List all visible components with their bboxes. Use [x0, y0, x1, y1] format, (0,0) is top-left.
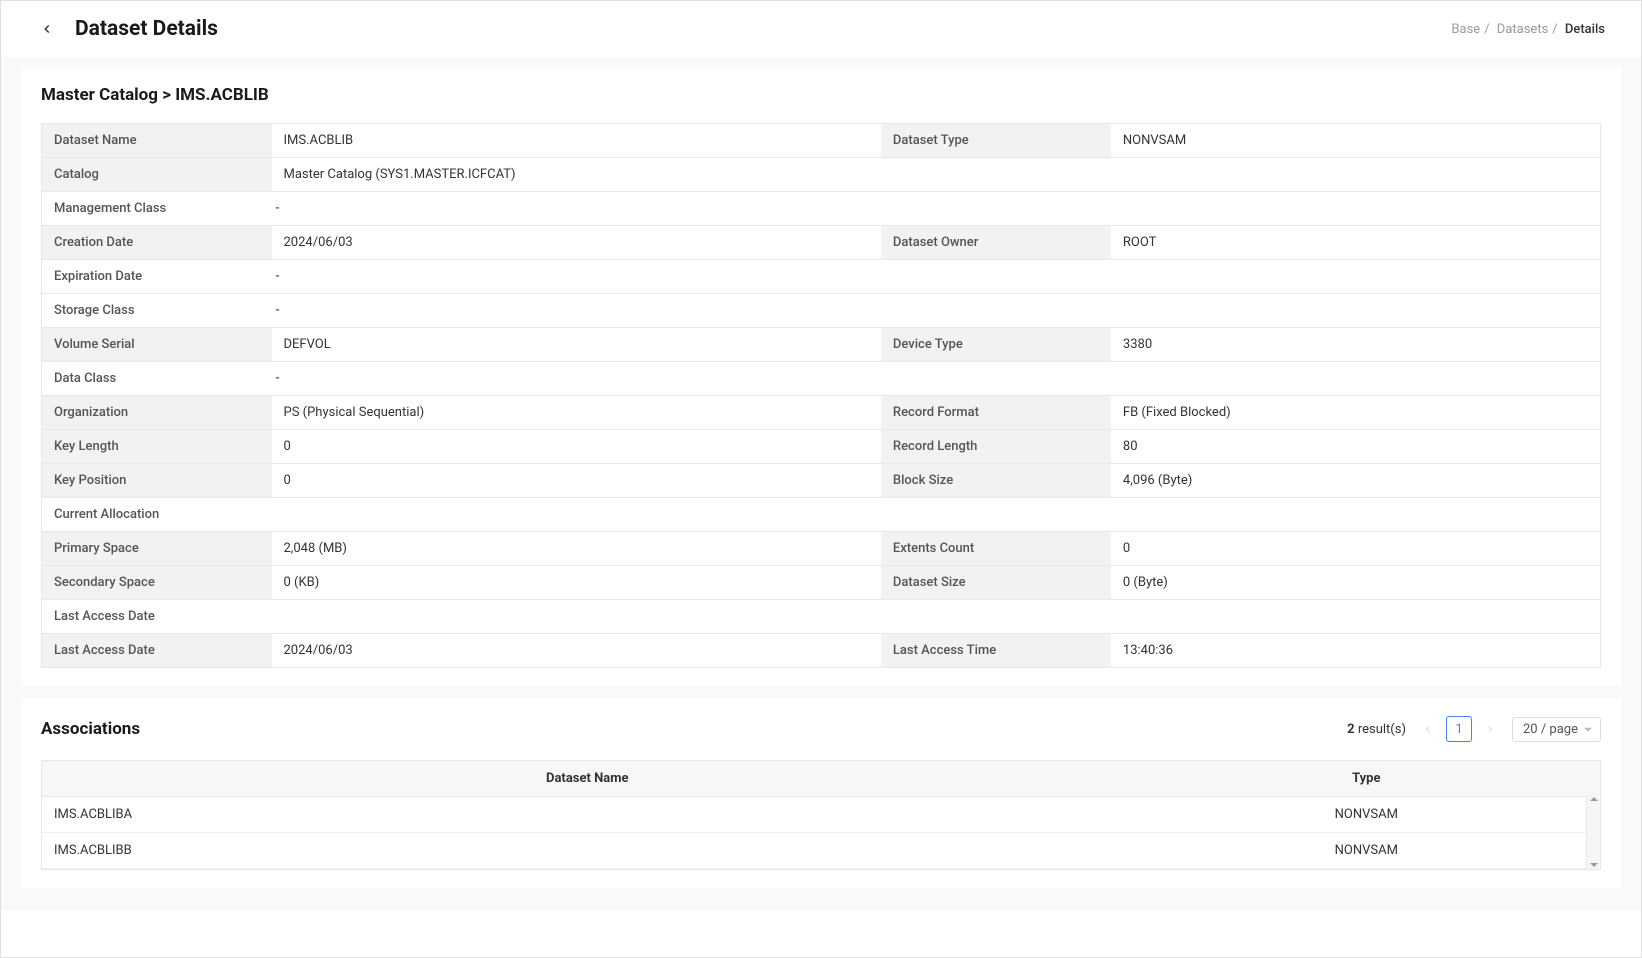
col-type: Type	[1133, 761, 1600, 797]
page-title: Dataset Details	[75, 17, 218, 41]
label-dataset-owner: Dataset Owner	[881, 226, 1111, 260]
label-record-length: Record Length	[881, 430, 1111, 464]
scrollbar[interactable]	[1586, 795, 1600, 869]
value-catalog: Master Catalog (SYS1.MASTER.ICFCAT)	[272, 158, 1601, 192]
label-block-size: Block Size	[881, 464, 1111, 498]
value-extents-count: 0	[1111, 532, 1601, 566]
label-dataset-type: Dataset Type	[881, 124, 1111, 158]
pager-prev-button[interactable]	[1416, 717, 1440, 741]
details-table: Dataset Name IMS.ACBLIB Dataset Type NON…	[41, 123, 1601, 668]
label-dataset-size: Dataset Size	[881, 566, 1111, 600]
value-key-length: 0	[272, 430, 881, 464]
label-key-position: Key Position	[42, 464, 272, 498]
value-organization: PS (Physical Sequential)	[272, 396, 881, 430]
label-extents-count: Extents Count	[881, 532, 1111, 566]
value-last-access-time: 13:40:36	[1111, 634, 1601, 668]
value-block-size: 4,096 (Byte)	[1111, 464, 1601, 498]
associations-table: Dataset Name Type IMS.ACBLIBA NONVSAM IM…	[42, 761, 1600, 869]
value-record-format: FB (Fixed Blocked)	[1111, 396, 1601, 430]
chevron-left-icon	[40, 22, 54, 36]
label-primary-space: Primary Space	[42, 532, 272, 566]
value-record-length: 80	[1111, 430, 1601, 464]
label-storage-class: Storage Class -	[42, 294, 1601, 328]
section-current-allocation: Current Allocation	[42, 498, 1601, 532]
label-volume-serial: Volume Serial	[42, 328, 272, 362]
value-creation-date: 2024/06/03	[272, 226, 881, 260]
dataset-details-panel: Master Catalog > IMS.ACBLIB Dataset Name…	[21, 67, 1621, 686]
breadcrumb-current: Details	[1561, 22, 1609, 37]
value-key-position: 0	[272, 464, 881, 498]
label-expiration-date: Expiration Date -	[42, 260, 1601, 294]
label-organization: Organization	[42, 396, 272, 430]
page-size-select[interactable]: 20 / page	[1512, 717, 1601, 742]
associations-title: Associations	[41, 719, 140, 739]
scroll-down-icon	[1590, 863, 1598, 867]
pager-page-1[interactable]: 1	[1446, 716, 1472, 742]
pagination: 2 result(s) 1 20 / page	[1347, 716, 1601, 742]
value-device-type: 3380	[1111, 328, 1601, 362]
label-management-class: Management Class -	[42, 192, 1601, 226]
section-last-access: Last Access Date	[42, 600, 1601, 634]
chevron-right-icon	[1485, 724, 1495, 734]
assoc-name: IMS.ACBLIBB	[42, 833, 1133, 869]
assoc-name: IMS.ACBLIBA	[42, 797, 1133, 833]
label-data-class: Data Class -	[42, 362, 1601, 396]
label-dataset-name: Dataset Name	[42, 124, 272, 158]
breadcrumb-item[interactable]: Base	[1447, 22, 1484, 37]
label-last-access-time: Last Access Time	[881, 634, 1111, 668]
panel-title: Master Catalog > IMS.ACBLIB	[41, 85, 1601, 105]
label-record-format: Record Format	[881, 396, 1111, 430]
value-dataset-type: NONVSAM	[1111, 124, 1601, 158]
label-secondary-space: Secondary Space	[42, 566, 272, 600]
breadcrumb: Base/ Datasets/ Details	[1447, 22, 1609, 37]
associations-table-wrap: Dataset Name Type IMS.ACBLIBA NONVSAM IM…	[41, 760, 1601, 870]
value-dataset-name: IMS.ACBLIB	[272, 124, 881, 158]
label-catalog: Catalog	[42, 158, 272, 192]
col-dataset-name: Dataset Name	[42, 761, 1133, 797]
pager-next-button[interactable]	[1478, 717, 1502, 741]
value-dataset-owner: ROOT	[1111, 226, 1601, 260]
value-primary-space: 2,048 (MB)	[272, 532, 881, 566]
breadcrumb-item[interactable]: Datasets	[1493, 22, 1553, 37]
page-header: Dataset Details Base/ Datasets/ Details	[1, 1, 1641, 57]
result-count: 2 result(s)	[1347, 722, 1406, 737]
value-volume-serial: DEFVOL	[272, 328, 881, 362]
table-row[interactable]: IMS.ACBLIBA NONVSAM	[42, 797, 1600, 833]
value-last-access-date: 2024/06/03	[272, 634, 881, 668]
label-creation-date: Creation Date	[42, 226, 272, 260]
label-device-type: Device Type	[881, 328, 1111, 362]
assoc-type: NONVSAM	[1133, 833, 1600, 869]
back-button[interactable]	[37, 19, 57, 39]
label-last-access-date: Last Access Date	[42, 634, 272, 668]
table-row[interactable]: IMS.ACBLIBB NONVSAM	[42, 833, 1600, 869]
associations-panel: Associations 2 result(s) 1 20 / page	[21, 698, 1621, 888]
chevron-left-icon	[1423, 724, 1433, 734]
scroll-up-icon	[1590, 797, 1598, 801]
label-key-length: Key Length	[42, 430, 272, 464]
assoc-type: NONVSAM	[1133, 797, 1600, 833]
value-secondary-space: 0 (KB)	[272, 566, 881, 600]
value-dataset-size: 0 (Byte)	[1111, 566, 1601, 600]
